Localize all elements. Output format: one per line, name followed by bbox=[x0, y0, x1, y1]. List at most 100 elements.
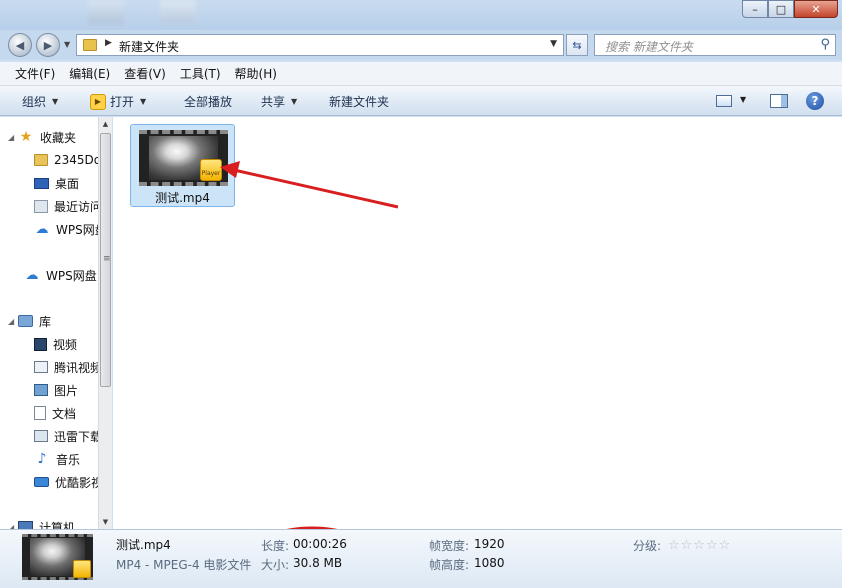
change-view-icon[interactable] bbox=[716, 95, 732, 107]
video-library-icon bbox=[34, 337, 47, 351]
chevron-down-icon: ▼ bbox=[291, 97, 298, 106]
forward-arrow-icon: ▶ bbox=[43, 38, 53, 52]
nav-wps-cloud[interactable]: ☁ WPS网盘 bbox=[24, 265, 97, 285]
length-label: 长度: bbox=[261, 539, 290, 553]
play-all-label: 全部播放 bbox=[184, 95, 233, 109]
nav-item-music[interactable]: ♪ 音乐 bbox=[34, 449, 80, 469]
recent-pages-dropdown[interactable]: ▼ bbox=[64, 40, 70, 49]
nav-item-youku[interactable]: 优酷影视 bbox=[34, 472, 98, 492]
menu-edit[interactable]: 编辑(E) bbox=[62, 65, 117, 82]
star-icon: ★ bbox=[19, 129, 33, 145]
nav-item-label: 文档 bbox=[52, 406, 77, 421]
menu-file[interactable]: 文件(F) bbox=[8, 65, 62, 82]
refresh-button[interactable]: ⇆ bbox=[566, 34, 588, 56]
breadcrumb-current[interactable]: 新建文件夹 bbox=[119, 38, 179, 55]
command-bar: 组织 ▼ ▶ 打开 ▼ 全部播放 共享 ▼ 新建文件夹 ▼ ? bbox=[0, 86, 842, 116]
nav-wps-label: WPS网盘 bbox=[46, 268, 97, 283]
close-button[interactable]: ✕ bbox=[794, 0, 838, 18]
refresh-icon: ⇆ bbox=[572, 38, 582, 52]
nav-favorites-label: 收藏夹 bbox=[40, 130, 77, 145]
address-bar[interactable]: ▶ 新建文件夹 ▼ bbox=[76, 34, 564, 56]
nav-item-videos[interactable]: 视频 bbox=[34, 334, 77, 354]
size-label: 大小: bbox=[261, 558, 290, 572]
nav-item-label: 图片 bbox=[54, 383, 79, 398]
new-folder-button[interactable]: 新建文件夹 bbox=[329, 93, 389, 110]
grip-icon: ≡ bbox=[103, 254, 111, 264]
cloud-icon: ☁ bbox=[35, 221, 49, 237]
player-badge-icon bbox=[73, 560, 91, 578]
details-file-name: 测试.mp4 bbox=[116, 538, 171, 552]
search-icon[interactable]: ⚲ bbox=[820, 37, 830, 52]
search-input[interactable]: 搜索 新建文件夹 ⚲ bbox=[594, 34, 836, 56]
title-bar: – □ ✕ bbox=[0, 0, 842, 30]
nav-computer[interactable]: ◢ 计算机 bbox=[8, 517, 75, 529]
navigation-pane: ◢ ★ 收藏夹 2345Do 桌面 最近访问 ☁ WPS网盘 ☁ WPS网盘 ◢… bbox=[0, 117, 98, 529]
pictures-icon bbox=[34, 384, 48, 396]
nav-item-label: 腾讯视频 bbox=[54, 360, 98, 375]
frame-height-label: 帧高度: bbox=[429, 558, 470, 572]
nav-item-2345do[interactable]: 2345Do bbox=[34, 150, 98, 170]
computer-icon bbox=[18, 521, 33, 529]
scroll-up-icon[interactable]: ▲ bbox=[99, 117, 112, 131]
expand-arrow-icon[interactable]: ◢ bbox=[8, 317, 18, 326]
menu-tools[interactable]: 工具(T) bbox=[173, 65, 228, 82]
frame-width-value: 1920 bbox=[474, 537, 505, 551]
nav-favorites[interactable]: ◢ ★ 收藏夹 bbox=[8, 127, 76, 147]
minimize-button[interactable]: – bbox=[742, 0, 768, 18]
youku-icon bbox=[34, 477, 49, 487]
player-icon: ▶ bbox=[90, 93, 106, 110]
forward-button[interactable]: ▶ bbox=[36, 33, 60, 57]
menu-help[interactable]: 帮助(H) bbox=[228, 65, 284, 82]
nav-item-label: 最近访问 bbox=[54, 199, 98, 214]
scroll-down-icon[interactable]: ▼ bbox=[99, 515, 112, 529]
organize-button[interactable]: 组织 ▼ bbox=[22, 93, 58, 110]
back-button[interactable]: ◀ bbox=[8, 33, 32, 57]
nav-item-pictures[interactable]: 图片 bbox=[34, 380, 78, 400]
expand-arrow-icon[interactable]: ◢ bbox=[8, 133, 18, 142]
window-controls: – □ ✕ bbox=[742, 0, 838, 18]
nav-item-label: 桌面 bbox=[55, 176, 80, 191]
preview-pane-icon[interactable] bbox=[770, 94, 788, 108]
nav-item-wps-fav[interactable]: ☁ WPS网盘 bbox=[34, 219, 99, 239]
rating-label: 分级: bbox=[633, 539, 662, 553]
nav-item-xunlei[interactable]: 迅雷下载 bbox=[34, 426, 98, 446]
folder-icon bbox=[83, 39, 97, 51]
search-placeholder: 搜索 新建文件夹 bbox=[605, 40, 693, 54]
chevron-down-icon: ▼ bbox=[140, 97, 147, 106]
maximize-button[interactable]: □ bbox=[768, 0, 794, 18]
xunlei-download-icon bbox=[34, 430, 48, 442]
nav-item-label: 视频 bbox=[53, 337, 78, 352]
address-row: ◀ ▶ ▼ ▶ 新建文件夹 ▼ ⇆ 搜索 新建文件夹 ⚲ bbox=[0, 30, 842, 60]
file-item[interactable]: Player 测试.mp4 bbox=[130, 124, 235, 207]
nav-library-label: 库 bbox=[39, 314, 52, 329]
nav-item-documents[interactable]: 文档 bbox=[34, 403, 76, 423]
menu-view[interactable]: 查看(V) bbox=[117, 65, 173, 82]
folder-icon bbox=[34, 154, 48, 166]
nav-item-desktop[interactable]: 桌面 bbox=[34, 173, 79, 193]
help-icon[interactable]: ? bbox=[806, 92, 824, 110]
back-arrow-icon: ◀ bbox=[15, 38, 25, 52]
details-pane: 测试.mp4 MP4 - MPEG-4 电影文件 长度: 00:00:26 大小… bbox=[0, 529, 842, 588]
scrollbar-thumb[interactable]: ≡ bbox=[100, 133, 111, 387]
size-value: 30.8 MB bbox=[293, 556, 343, 570]
nav-scrollbar[interactable]: ▲ ≡ ▼ bbox=[98, 117, 112, 529]
file-name: 测试.mp4 bbox=[155, 191, 210, 205]
nav-item-label: 2345Do bbox=[54, 153, 98, 167]
breadcrumb-separator-icon[interactable]: ▶ bbox=[105, 38, 112, 48]
share-button[interactable]: 共享 ▼ bbox=[261, 93, 297, 110]
view-options-dropdown[interactable]: ▼ bbox=[740, 95, 746, 104]
open-button[interactable]: ▶ 打开 ▼ bbox=[90, 93, 146, 110]
nav-computer-label: 计算机 bbox=[39, 520, 76, 530]
blurred-icon bbox=[160, 0, 196, 24]
play-all-button[interactable]: 全部播放 bbox=[184, 93, 232, 110]
frame-width-label: 帧宽度: bbox=[429, 539, 470, 553]
chevron-down-icon: ▼ bbox=[52, 97, 59, 106]
nav-item-recent[interactable]: 最近访问 bbox=[34, 196, 98, 216]
recent-places-icon bbox=[34, 199, 48, 213]
rating-stars[interactable]: ☆☆☆☆☆ bbox=[668, 538, 731, 553]
nav-item-tencent-video[interactable]: 腾讯视频 bbox=[34, 357, 98, 377]
address-dropdown-icon[interactable]: ▼ bbox=[550, 39, 557, 49]
nav-item-label: 迅雷下载 bbox=[54, 429, 98, 444]
tencent-video-icon bbox=[34, 361, 48, 373]
nav-library[interactable]: ◢ 库 bbox=[8, 311, 51, 331]
